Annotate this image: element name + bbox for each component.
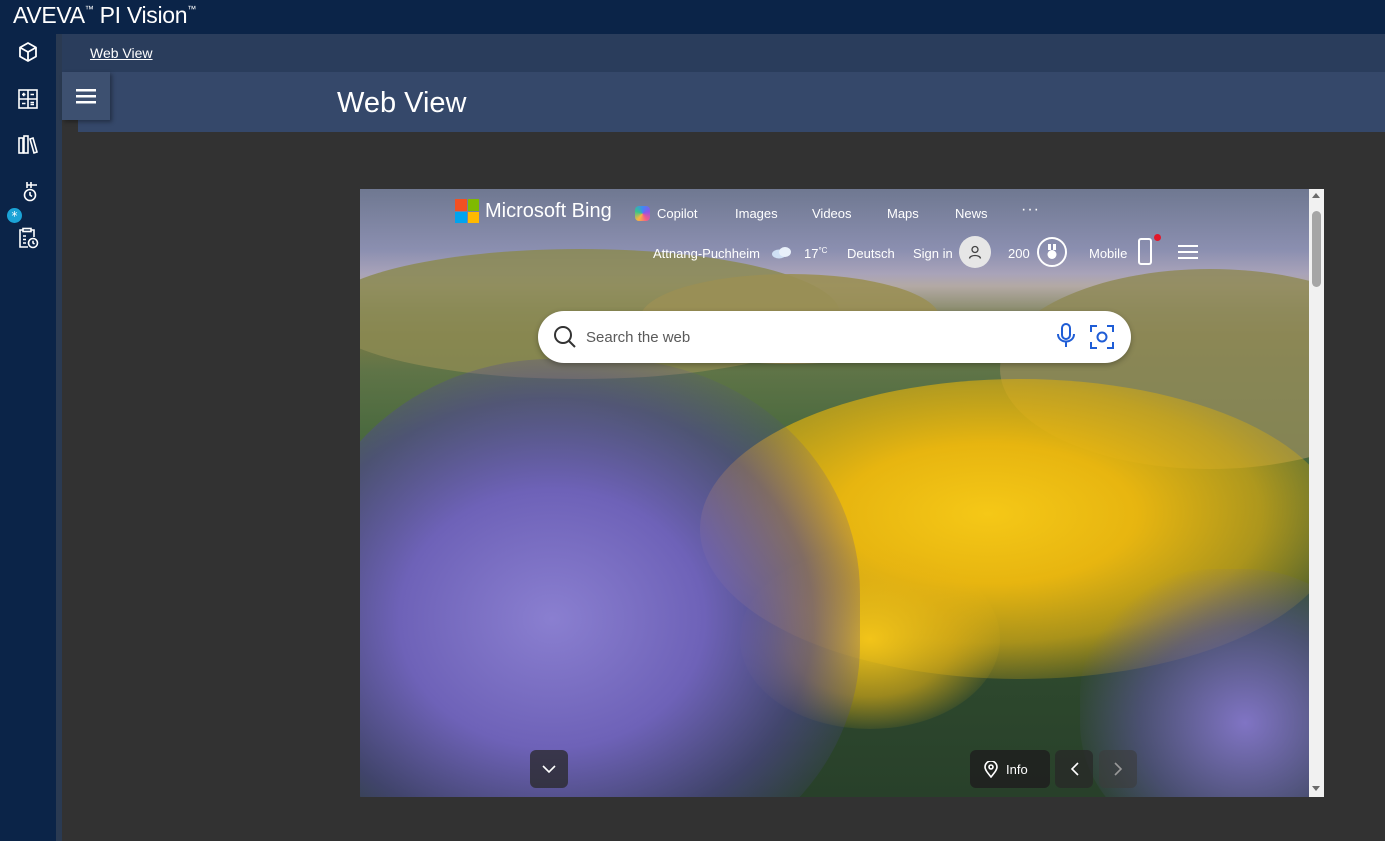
nav-news[interactable]: News — [955, 206, 988, 221]
rewards-medal-icon — [1047, 244, 1057, 259]
timer-events-icon — [23, 182, 37, 202]
bing-logo-text: Microsoft Bing — [485, 199, 612, 222]
location-pin-icon — [984, 760, 998, 778]
product-tm: ™ — [187, 4, 196, 14]
nav-images[interactable]: Images — [735, 206, 778, 221]
nav-library[interactable] — [14, 131, 42, 159]
copilot-icon — [635, 206, 650, 221]
events-badge: * — [7, 208, 22, 223]
chevron-down-icon — [542, 764, 556, 773]
mobile-link[interactable]: Mobile — [1089, 246, 1127, 261]
display-header — [78, 72, 1385, 132]
product-name: PI Vision — [99, 2, 188, 28]
info-label: Info — [1006, 761, 1028, 777]
chevron-right-icon — [1113, 762, 1122, 776]
avatar[interactable] — [959, 236, 991, 268]
rewards-points[interactable]: 200 — [1008, 246, 1030, 261]
microsoft-logo-icon — [455, 199, 479, 223]
brand-tm: ™ — [84, 4, 94, 14]
left-navigation: * — [0, 34, 56, 841]
nav-copilot[interactable]: Copilot — [657, 206, 697, 221]
scroll-down-arrow-icon[interactable] — [1312, 786, 1320, 791]
previous-image-button[interactable] — [1055, 750, 1093, 788]
microphone-icon[interactable] — [1056, 323, 1076, 349]
search-box — [538, 311, 1131, 363]
hamburger-icon — [76, 89, 96, 104]
temperature-unit: °C — [818, 246, 828, 255]
web-view-frame[interactable]: Microsoft Bing Copilot Images Videos Map… — [360, 189, 1309, 797]
breadcrumb: Web View — [62, 34, 1385, 72]
sign-in-link[interactable]: Sign in — [913, 246, 953, 261]
bing-logo[interactable]: Microsoft Bing — [455, 199, 612, 223]
page-title: Web View — [337, 87, 467, 119]
clipboard-clock-icon — [19, 227, 39, 249]
calculator-icon — [18, 89, 38, 109]
app-brand: AVEVA™ PI Vision™ — [13, 2, 196, 29]
nav-displays[interactable] — [14, 38, 42, 66]
nav-maps[interactable]: Maps — [887, 206, 919, 221]
more-options-icon[interactable]: ··· — [1021, 201, 1040, 219]
brand-name: AVEVA — [13, 2, 85, 28]
search-input[interactable] — [586, 325, 1046, 349]
scroll-down-button[interactable] — [530, 750, 568, 788]
nav-reports[interactable] — [14, 224, 42, 252]
language-link[interactable]: Deutsch — [847, 246, 895, 261]
location-label[interactable]: Attnang-Puchheim — [653, 246, 760, 261]
partly-cloudy-icon — [772, 247, 791, 259]
user-icon — [968, 245, 982, 259]
app-top-bar: AVEVA™ PI Vision™ — [0, 0, 1385, 34]
lupine-field — [360, 359, 860, 797]
next-image-button[interactable] — [1099, 750, 1137, 788]
rewards-button[interactable] — [1037, 237, 1067, 267]
nav-events[interactable] — [14, 177, 42, 205]
nav-calculations[interactable] — [14, 85, 42, 113]
visual-search-icon[interactable] — [1089, 324, 1115, 350]
temperature[interactable]: 17°C — [804, 246, 827, 261]
notification-dot — [1154, 234, 1161, 241]
scrollbar-thumb[interactable] — [1312, 211, 1321, 287]
chevron-left-icon — [1070, 762, 1079, 776]
info-button[interactable]: Info — [970, 750, 1050, 788]
library-books-icon — [18, 135, 38, 155]
nav-divider — [56, 34, 62, 841]
search-icon[interactable] — [553, 325, 577, 349]
breadcrumb-web-view[interactable]: Web View — [90, 45, 153, 61]
phone-icon[interactable] — [1138, 238, 1152, 265]
cube-icon — [19, 42, 37, 62]
menu-toggle-button[interactable] — [62, 72, 110, 120]
bing-menu-icon[interactable] — [1178, 245, 1198, 259]
temperature-value: 17 — [804, 246, 819, 261]
nav-videos[interactable]: Videos — [812, 206, 852, 221]
scroll-up-arrow-icon[interactable] — [1312, 193, 1320, 198]
web-view-scrollbar[interactable] — [1309, 189, 1324, 797]
